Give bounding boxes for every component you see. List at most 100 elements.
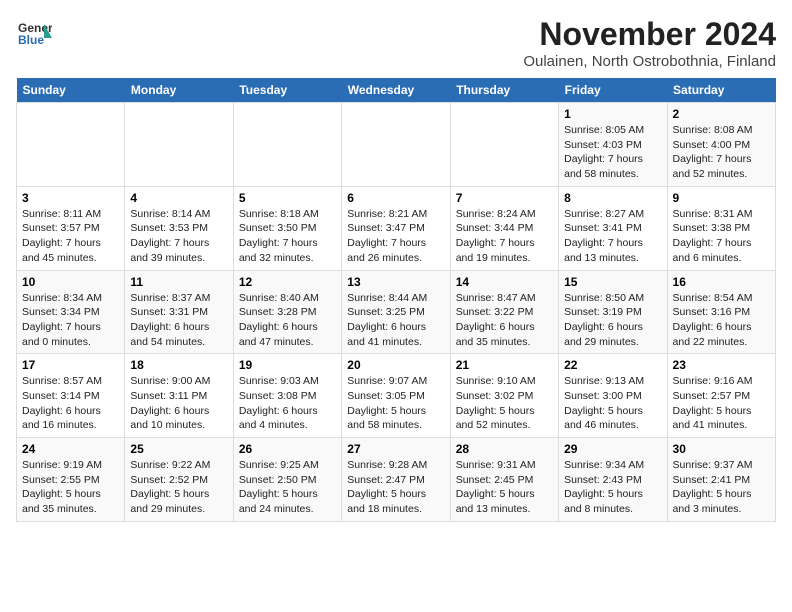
calendar-cell: 11Sunrise: 8:37 AM Sunset: 3:31 PM Dayli… <box>125 270 233 354</box>
calendar-cell: 28Sunrise: 9:31 AM Sunset: 2:45 PM Dayli… <box>450 438 558 522</box>
day-info: Sunrise: 9:25 AM Sunset: 2:50 PM Dayligh… <box>239 458 336 517</box>
day-number: 19 <box>239 358 336 372</box>
calendar-cell: 21 Sunrise: 9:10 AM Sunset: 3:02 PM Dayli… <box>450 354 558 438</box>
calendar-week-3: 17 Sunrise: 8:57 AM Sunset: 3:14 PM Dayli… <box>17 354 776 438</box>
weekday-header-sunday: Sunday <box>17 78 125 103</box>
title-block: November 2024 Oulainen, North Ostrobothn… <box>523 16 776 70</box>
day-info: Sunrise: 8:08 AM Sunset: 4:00 PM Dayligh… <box>673 123 770 182</box>
calendar-cell <box>17 103 125 187</box>
day-number: 20 <box>347 358 444 372</box>
calendar-cell: 27 Sunrise: 9:28 AM Sunset: 2:47 PM Dayli… <box>342 438 450 522</box>
calendar-cell: 26 Sunrise: 9:25 AM Sunset: 2:50 PM Dayli… <box>233 438 341 522</box>
day-info: Sunrise: 8:57 AM Sunset: 3:14 PM Dayligh… <box>22 374 119 433</box>
day-info: Sunrise: 9:28 AM Sunset: 2:47 PM Dayligh… <box>347 458 444 517</box>
day-info: Sunrise: 9:22 AM Sunset: 2:52 PM Dayligh… <box>130 458 227 517</box>
month-title: November 2024 <box>523 16 776 53</box>
logo: General Blue <box>16 16 52 52</box>
day-number: 7 <box>456 191 553 205</box>
calendar-cell: 20 Sunrise: 9:07 AM Sunset: 3:05 PM Dayli… <box>342 354 450 438</box>
day-number: 24 <box>22 442 119 456</box>
calendar-cell: 6 Sunrise: 8:21 AM Sunset: 3:47 PM Daylig… <box>342 186 450 270</box>
day-info: Sunrise: 8:31 AM Sunset: 3:38 PM Dayligh… <box>673 207 770 266</box>
calendar-cell: 18 Sunrise: 9:00 AM Sunset: 3:11 PM Dayli… <box>125 354 233 438</box>
calendar-cell: 16 Sunrise: 8:54 AM Sunset: 3:16 PM Dayli… <box>667 270 775 354</box>
day-info: Sunrise: 8:14 AM Sunset: 3:53 PM Dayligh… <box>130 207 227 266</box>
day-info: Sunrise: 9:10 AM Sunset: 3:02 PM Dayligh… <box>456 374 553 433</box>
day-info: Sunrise: 9:37 AM Sunset: 2:41 PM Dayligh… <box>673 458 770 517</box>
calendar-week-4: 24 Sunrise: 9:19 AM Sunset: 2:55 PM Dayli… <box>17 438 776 522</box>
day-info: Sunrise: 9:03 AM Sunset: 3:08 PM Dayligh… <box>239 374 336 433</box>
calendar-cell: 22Sunrise: 9:13 AM Sunset: 3:00 PM Dayli… <box>559 354 667 438</box>
calendar-cell: 4 Sunrise: 8:14 AM Sunset: 3:53 PM Daylig… <box>125 186 233 270</box>
day-info: Sunrise: 8:37 AM Sunset: 3:31 PM Dayligh… <box>130 291 227 350</box>
calendar-cell: 2 Sunrise: 8:08 AM Sunset: 4:00 PM Daylig… <box>667 103 775 187</box>
day-info: Sunrise: 8:40 AM Sunset: 3:28 PM Dayligh… <box>239 291 336 350</box>
day-number: 2 <box>673 107 770 121</box>
weekday-header-monday: Monday <box>125 78 233 103</box>
day-info: Sunrise: 8:27 AM Sunset: 3:41 PM Dayligh… <box>564 207 661 266</box>
day-info: Sunrise: 8:54 AM Sunset: 3:16 PM Dayligh… <box>673 291 770 350</box>
calendar-cell: 12 Sunrise: 8:40 AM Sunset: 3:28 PM Dayli… <box>233 270 341 354</box>
calendar-cell: 30 Sunrise: 9:37 AM Sunset: 2:41 PM Dayli… <box>667 438 775 522</box>
calendar-cell: 7 Sunrise: 8:24 AM Sunset: 3:44 PM Daylig… <box>450 186 558 270</box>
svg-text:Blue: Blue <box>18 33 44 47</box>
day-number: 17 <box>22 358 119 372</box>
calendar-cell: 3 Sunrise: 8:11 AM Sunset: 3:57 PM Daylig… <box>17 186 125 270</box>
calendar-cell: 23Sunrise: 9:16 AM Sunset: 2:57 PM Dayli… <box>667 354 775 438</box>
day-number: 10 <box>22 275 119 289</box>
logo-icon: General Blue <box>16 16 52 52</box>
calendar-cell: 24 Sunrise: 9:19 AM Sunset: 2:55 PM Dayli… <box>17 438 125 522</box>
weekday-header-thursday: Thursday <box>450 78 558 103</box>
day-number: 21 <box>456 358 553 372</box>
day-number: 16 <box>673 275 770 289</box>
day-info: Sunrise: 8:05 AM Sunset: 4:03 PM Dayligh… <box>564 123 661 182</box>
weekday-header-wednesday: Wednesday <box>342 78 450 103</box>
day-number: 1 <box>564 107 661 121</box>
calendar-cell: 8 Sunrise: 8:27 AM Sunset: 3:41 PM Daylig… <box>559 186 667 270</box>
calendar-cell: 17 Sunrise: 8:57 AM Sunset: 3:14 PM Dayli… <box>17 354 125 438</box>
day-number: 27 <box>347 442 444 456</box>
calendar-week-0: 1 Sunrise: 8:05 AM Sunset: 4:03 PM Daylig… <box>17 103 776 187</box>
weekday-header-saturday: Saturday <box>667 78 775 103</box>
day-info: Sunrise: 8:47 AM Sunset: 3:22 PM Dayligh… <box>456 291 553 350</box>
calendar-cell: 1 Sunrise: 8:05 AM Sunset: 4:03 PM Daylig… <box>559 103 667 187</box>
day-info: Sunrise: 9:00 AM Sunset: 3:11 PM Dayligh… <box>130 374 227 433</box>
calendar-cell <box>125 103 233 187</box>
day-number: 5 <box>239 191 336 205</box>
day-info: Sunrise: 8:21 AM Sunset: 3:47 PM Dayligh… <box>347 207 444 266</box>
day-number: 26 <box>239 442 336 456</box>
calendar-cell: 10 Sunrise: 8:34 AM Sunset: 3:34 PM Dayli… <box>17 270 125 354</box>
calendar-table: SundayMondayTuesdayWednesdayThursdayFrid… <box>16 78 776 522</box>
day-number: 8 <box>564 191 661 205</box>
day-number: 9 <box>673 191 770 205</box>
weekday-header-tuesday: Tuesday <box>233 78 341 103</box>
calendar-cell: 9 Sunrise: 8:31 AM Sunset: 3:38 PM Daylig… <box>667 186 775 270</box>
calendar-cell: 5 Sunrise: 8:18 AM Sunset: 3:50 PM Daylig… <box>233 186 341 270</box>
calendar-week-1: 3 Sunrise: 8:11 AM Sunset: 3:57 PM Daylig… <box>17 186 776 270</box>
weekday-header-row: SundayMondayTuesdayWednesdayThursdayFrid… <box>17 78 776 103</box>
day-number: 29 <box>564 442 661 456</box>
day-number: 3 <box>22 191 119 205</box>
day-number: 14 <box>456 275 553 289</box>
day-number: 12 <box>239 275 336 289</box>
calendar-cell: 14 Sunrise: 8:47 AM Sunset: 3:22 PM Dayli… <box>450 270 558 354</box>
day-number: 30 <box>673 442 770 456</box>
calendar-cell: 15Sunrise: 8:50 AM Sunset: 3:19 PM Dayli… <box>559 270 667 354</box>
calendar-cell <box>233 103 341 187</box>
day-info: Sunrise: 8:24 AM Sunset: 3:44 PM Dayligh… <box>456 207 553 266</box>
page-header: General Blue November 2024 Oulainen, Nor… <box>16 16 776 70</box>
day-number: 18 <box>130 358 227 372</box>
calendar-cell: 25Sunrise: 9:22 AM Sunset: 2:52 PM Dayli… <box>125 438 233 522</box>
day-number: 15 <box>564 275 661 289</box>
day-info: Sunrise: 9:31 AM Sunset: 2:45 PM Dayligh… <box>456 458 553 517</box>
day-number: 6 <box>347 191 444 205</box>
calendar-cell <box>342 103 450 187</box>
day-info: Sunrise: 9:19 AM Sunset: 2:55 PM Dayligh… <box>22 458 119 517</box>
day-number: 4 <box>130 191 227 205</box>
calendar-cell: 13Sunrise: 8:44 AM Sunset: 3:25 PM Dayli… <box>342 270 450 354</box>
day-info: Sunrise: 8:11 AM Sunset: 3:57 PM Dayligh… <box>22 207 119 266</box>
day-info: Sunrise: 9:34 AM Sunset: 2:43 PM Dayligh… <box>564 458 661 517</box>
day-info: Sunrise: 8:34 AM Sunset: 3:34 PM Dayligh… <box>22 291 119 350</box>
day-info: Sunrise: 8:18 AM Sunset: 3:50 PM Dayligh… <box>239 207 336 266</box>
day-info: Sunrise: 9:07 AM Sunset: 3:05 PM Dayligh… <box>347 374 444 433</box>
